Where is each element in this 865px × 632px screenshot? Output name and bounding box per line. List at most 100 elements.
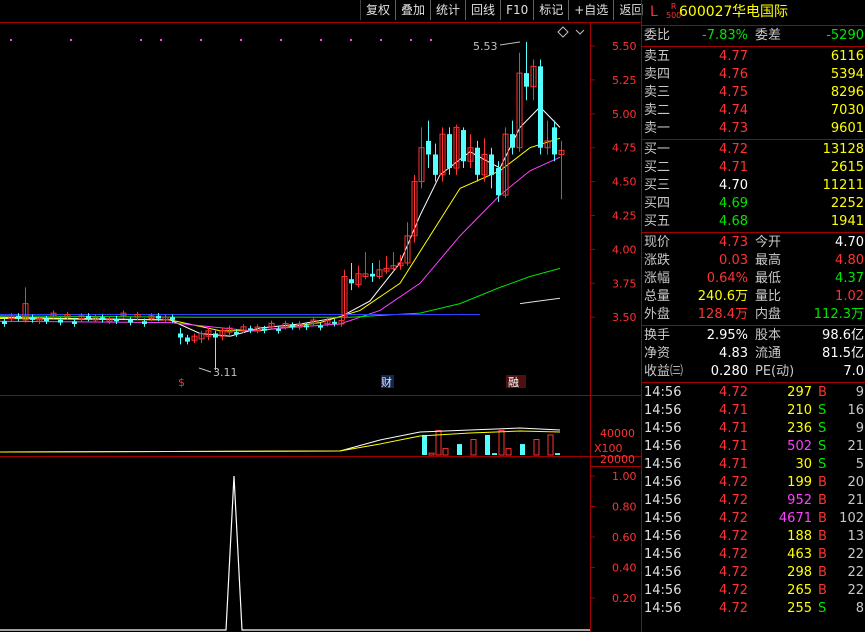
quote-row: 卖二 4.74 7030	[642, 102, 865, 120]
volume-bars	[0, 427, 561, 456]
quote-row: 买五 4.68 1941	[642, 213, 865, 231]
high-marker-arrow	[499, 41, 521, 46]
quote-row: 买二 4.71 2615	[642, 159, 865, 177]
tick-side: S	[818, 457, 827, 472]
fundamentals: 换手 2.95% 股本 98.6亿 净资 4.83 流通 81.5亿 收益㈢ 0.280 PE(动)…	[642, 327, 865, 381]
row-label: 买三	[644, 178, 671, 193]
ma60-line	[0, 267, 561, 318]
indicator-axis-label: 1.00	[612, 470, 637, 483]
top-markers	[10, 39, 432, 41]
row-value-2: 1.02	[835, 289, 864, 304]
tick-volume: 952	[787, 493, 812, 508]
tick-time: 14:56	[644, 439, 682, 454]
tick-row[interactable]: 14:56 4.72 188 B 13	[642, 528, 865, 546]
tick-count: 9	[855, 421, 864, 436]
tick-count: 102	[839, 511, 864, 526]
top-dot	[380, 39, 382, 41]
volume-bar	[505, 448, 512, 456]
candle-body	[248, 328, 253, 331]
candle-body	[510, 134, 515, 148]
tick-volume: 4671	[778, 511, 812, 526]
margin-event-marker[interactable]: 融	[508, 376, 519, 389]
tick-time: 14:56	[644, 511, 682, 526]
row-label: 总量	[644, 289, 671, 304]
tick-price: 4.71	[719, 403, 748, 418]
candle-body	[156, 315, 161, 319]
tick-row[interactable]: 14:56 4.71 210 S 16	[642, 402, 865, 420]
tick-side: B	[818, 385, 827, 400]
left-arrow-label[interactable]: L	[650, 0, 658, 24]
row-label: 现价	[644, 235, 671, 250]
quote-row: 涨跌 0.03 最高 4.80	[642, 252, 865, 270]
tick-row[interactable]: 14:56 4.72 265 B 22	[642, 582, 865, 600]
tick-row[interactable]: 14:56 4.71 30 S 5	[642, 456, 865, 474]
divider	[642, 25, 865, 26]
price-axis-label: 5.00	[612, 108, 637, 121]
row-label-2: 内盘	[755, 307, 782, 322]
tick-side: B	[818, 511, 827, 526]
tick-count: 13	[847, 529, 864, 544]
candle-body	[178, 333, 183, 338]
tick-price: 4.71	[719, 457, 748, 472]
tick-side: S	[818, 439, 827, 454]
row-value: 4.73	[719, 235, 748, 250]
tick-side: B	[818, 529, 827, 544]
finance-event-marker[interactable]: 财	[381, 375, 392, 389]
row-value-2: 112.3万	[813, 307, 864, 322]
indicator-axis-label: 0.60	[612, 531, 637, 544]
row-value: 4.70	[719, 178, 748, 193]
tick-row[interactable]: 14:56 4.72 4671 B 102	[642, 510, 865, 528]
candle-body	[72, 321, 77, 324]
tick-time: 14:56	[644, 601, 682, 616]
tick-row[interactable]: 14:56 4.72 952 B 21	[642, 492, 865, 510]
row-label: 卖三	[644, 85, 671, 100]
row-value: 4.74	[719, 103, 748, 118]
candle-body	[304, 325, 309, 328]
tick-row[interactable]: 14:56 4.71 502 S 21	[642, 438, 865, 456]
candlesticks	[2, 41, 565, 371]
volume-bar	[428, 452, 435, 456]
tick-list[interactable]: 14:56 4.72 297 B 9 14:56 4.71 210 S 16 14:56 4.71 23…	[642, 384, 865, 618]
chevron-down-icon[interactable]	[575, 29, 585, 35]
top-dot	[140, 39, 142, 41]
tick-row[interactable]: 14:56 4.72 297 B 9	[642, 384, 865, 402]
row-value: 4.75	[719, 85, 748, 100]
tick-count: 22	[847, 547, 864, 562]
high-price-marker: 5.53	[473, 40, 498, 53]
dividend-event-marker[interactable]: $	[178, 376, 185, 389]
tick-side: B	[818, 583, 827, 598]
candle-body	[185, 337, 190, 342]
tick-row[interactable]: 14:56 4.71 236 S 9	[642, 420, 865, 438]
tick-row[interactable]: 14:56 4.72 199 B 20	[642, 474, 865, 492]
row-value: 4.68	[719, 214, 748, 229]
volume-bar	[470, 439, 477, 456]
tick-count: 22	[847, 583, 864, 598]
volume-bar	[435, 429, 442, 456]
weibi-value: -7.83%	[702, 28, 748, 43]
tick-count: 20	[847, 475, 864, 490]
row-value: 4.77	[719, 49, 748, 64]
row-label: 涨跌	[644, 253, 671, 268]
stock-code: 600027	[679, 4, 733, 20]
tick-row[interactable]: 14:56 4.72 255 S 8	[642, 600, 865, 618]
row-label-2: 最高	[755, 253, 782, 268]
tick-row[interactable]: 14:56 4.72 463 B 22	[642, 546, 865, 564]
ask-book: 卖五 4.77 6116 卖四 4.76 5394 卖三 4.75 8296 卖二 4.74 7030…	[642, 48, 865, 138]
price-axis-label: 3.50	[612, 311, 637, 324]
tick-volume: 199	[787, 475, 812, 490]
indicator-axis-label: 0.20	[612, 592, 637, 605]
candle-body	[58, 319, 63, 323]
candle-body	[433, 154, 438, 175]
row-value: 4.72	[719, 142, 748, 157]
volume-bar	[422, 434, 427, 455]
quote-row: 卖四 4.76 5394	[642, 66, 865, 84]
tick-row[interactable]: 14:56 4.72 298 B 22	[642, 564, 865, 582]
right-label: R	[670, 2, 677, 11]
diamond-icon[interactable]	[557, 26, 569, 38]
tick-side: S	[818, 421, 827, 436]
tick-side: B	[818, 493, 827, 508]
row-value-2: 7.0	[843, 364, 864, 379]
kline-chart[interactable]: 5.50 5.25 5.00 4.75 4.50 4.25 4.00 3.75 3.50 400…	[0, 0, 641, 632]
quote-row: 买一 4.72 13128	[642, 141, 865, 159]
candle-body	[276, 328, 281, 331]
